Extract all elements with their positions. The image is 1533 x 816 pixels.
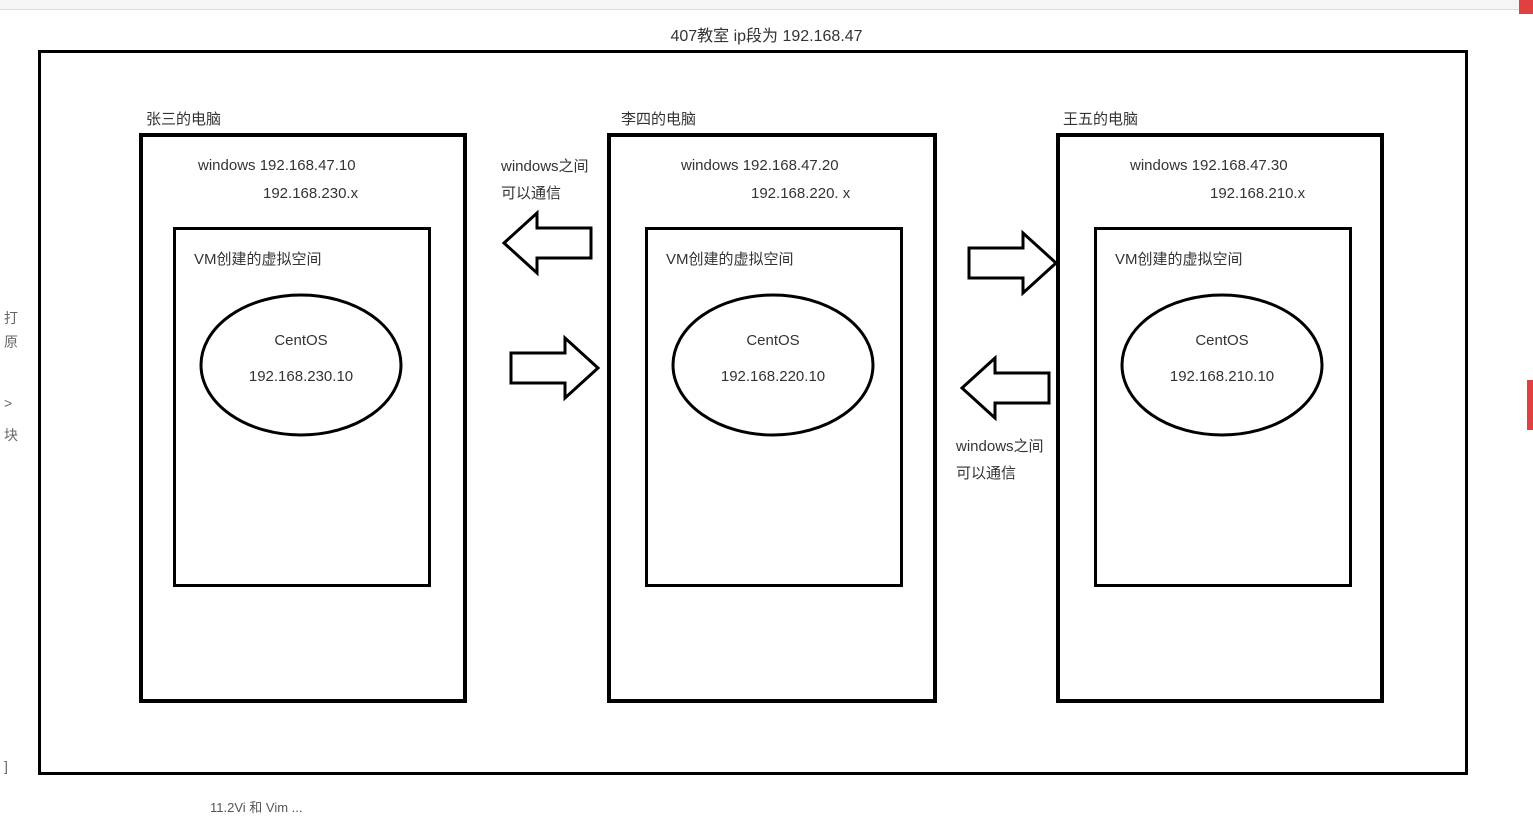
computer-owner-label: 李四的电脑 — [621, 108, 696, 129]
classroom-frame: 张三的电脑 windows 192.168.47.10 192.168.230.… — [38, 50, 1468, 775]
vm-title: VM创建的虚拟空间 — [194, 248, 322, 269]
app-toolbar — [0, 0, 1533, 10]
os-name: CentOS — [668, 332, 878, 349]
comm-note-left: windows之间 可以通信 — [501, 153, 589, 207]
arrow-right-icon — [503, 328, 603, 408]
windows-ip: windows 192.168.47.20 — [681, 157, 839, 174]
vm-ip: 192.168.210.10 — [1117, 368, 1327, 385]
vm-box: VM创建的虚拟空间 CentOS 192.168.210.10 — [1094, 227, 1352, 587]
side-text: 打 — [4, 308, 18, 328]
computer-box-zhangsan: windows 192.168.47.10 192.168.230.x VM创建… — [139, 133, 467, 703]
nat-ip: 192.168.210.x — [1210, 185, 1305, 202]
vm-box: VM创建的虚拟空间 CentOS 192.168.220.10 — [645, 227, 903, 587]
nat-ip: 192.168.230.x — [263, 185, 358, 202]
arrow-right-icon — [961, 223, 1061, 303]
centos-ellipse: CentOS 192.168.230.10 — [196, 290, 406, 440]
os-name: CentOS — [1117, 332, 1327, 349]
vm-title: VM创建的虚拟空间 — [1115, 248, 1243, 269]
side-text: ] — [4, 758, 8, 774]
vm-title: VM创建的虚拟空间 — [666, 248, 794, 269]
centos-ellipse: CentOS 192.168.220.10 — [668, 290, 878, 440]
computer-owner-label: 王五的电脑 — [1063, 108, 1138, 129]
comm-note-right: windows之间 可以通信 — [956, 433, 1044, 487]
edge-marker — [1527, 380, 1533, 430]
computer-box-lisi: windows 192.168.47.20 192.168.220. x VM创… — [607, 133, 937, 703]
edge-marker — [1519, 0, 1533, 14]
arrow-left-icon — [957, 348, 1057, 428]
windows-ip: windows 192.168.47.10 — [198, 157, 356, 174]
vm-ip: 192.168.220.10 — [668, 368, 878, 385]
computer-owner-label: 张三的电脑 — [146, 108, 221, 129]
side-text: 块 — [4, 425, 18, 445]
footer-text: 11.2Vi 和 Vim ... — [210, 797, 303, 816]
nat-ip: 192.168.220. x — [751, 185, 850, 202]
windows-ip: windows 192.168.47.30 — [1130, 157, 1288, 174]
side-text: > — [4, 395, 12, 411]
os-name: CentOS — [196, 332, 406, 349]
vm-ip: 192.168.230.10 — [196, 368, 406, 385]
side-text: 原 — [4, 332, 18, 352]
computer-box-wangwu: windows 192.168.47.30 192.168.210.x VM创建… — [1056, 133, 1384, 703]
vm-box: VM创建的虚拟空间 CentOS 192.168.230.10 — [173, 227, 431, 587]
arrow-left-icon — [499, 203, 599, 283]
diagram-title: 407教室 ip段为 192.168.47 — [0, 22, 1533, 46]
centos-ellipse: CentOS 192.168.210.10 — [1117, 290, 1327, 440]
